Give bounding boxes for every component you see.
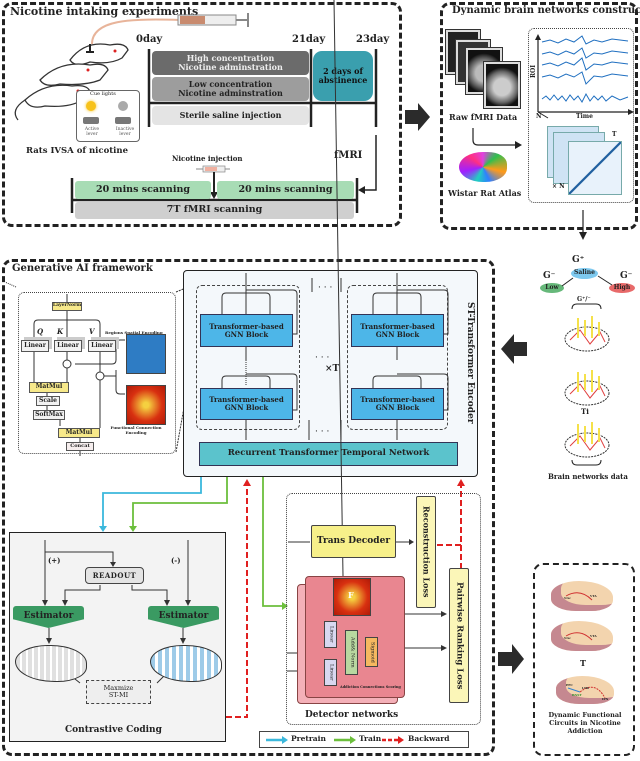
region-vta: VTA [590, 634, 597, 638]
region-vta: VTA [590, 594, 597, 598]
circuits-t-label: T [580, 658, 586, 668]
region-lhb: LHb [582, 686, 590, 690]
region-nac: NAc [564, 596, 571, 600]
circuits-label: Dynamic Functional Circuits in Nicotine … [548, 711, 622, 735]
region-ipn: IPN [602, 697, 609, 701]
region-pfc: PFC [566, 683, 573, 687]
region-nac: NAc [564, 636, 571, 640]
circuit-paths [565, 592, 606, 699]
region-bnst: BNST [572, 693, 582, 697]
